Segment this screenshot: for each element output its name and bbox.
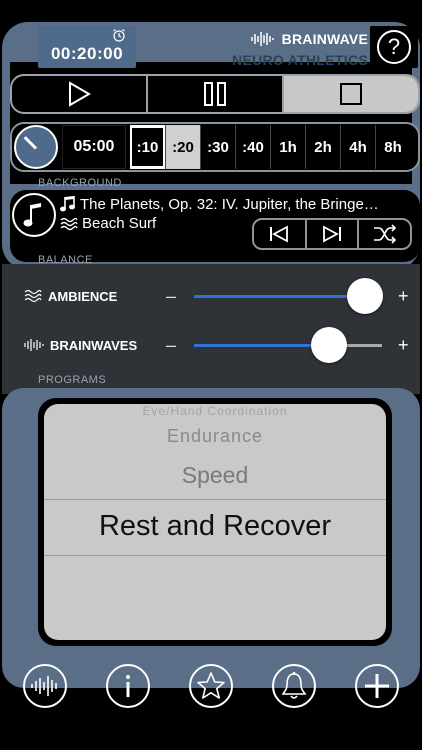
- brand-subtitle: NEURO ATHLETICS: [232, 52, 368, 68]
- session-timer[interactable]: 00:20:00: [38, 26, 136, 68]
- balance-section-label: BALANCE: [38, 254, 93, 266]
- play-button[interactable]: [12, 76, 148, 112]
- program-option[interactable]: Speed: [44, 462, 386, 489]
- next-track-button[interactable]: [307, 220, 360, 248]
- skip-forward-icon: [323, 225, 341, 243]
- brainwaves-increase-button[interactable]: +: [398, 335, 409, 356]
- brainwaves-label: BRAINWAVES: [50, 337, 138, 353]
- programs-section-label: PROGRAMS: [38, 374, 107, 386]
- bottom-toolbar: [0, 658, 422, 714]
- program-picker[interactable]: Eye/Hand Coordination Endurance Speed Re…: [44, 404, 386, 640]
- duration-option[interactable]: :10: [130, 125, 165, 169]
- duration-option[interactable]: 8h: [375, 125, 410, 169]
- bell-icon: [281, 672, 307, 699]
- stop-icon: [340, 83, 362, 105]
- previous-track-button[interactable]: [254, 220, 307, 248]
- ambience-track-row[interactable]: Beach Surf: [60, 215, 156, 232]
- add-button[interactable]: [354, 664, 399, 708]
- ambience-slider[interactable]: [194, 278, 384, 314]
- duration-option[interactable]: :20: [165, 125, 200, 169]
- duration-option[interactable]: :40: [235, 125, 270, 169]
- program-option[interactable]: Endurance: [44, 426, 386, 447]
- program-option-selected[interactable]: Rest and Recover: [44, 510, 386, 543]
- brainwaves-slider-knob[interactable]: [311, 327, 348, 363]
- music-note-icon: [23, 203, 41, 227]
- music-note-icon: [60, 196, 75, 212]
- program-option[interactable]: Eye/Hand Coordination: [44, 406, 386, 416]
- brainwave-button[interactable]: [23, 664, 68, 708]
- stop-button[interactable]: [284, 76, 418, 112]
- alarm-clock-icon: [113, 29, 125, 42]
- duration-option[interactable]: :30: [200, 125, 235, 169]
- play-icon: [69, 81, 91, 107]
- music-track-title: The Planets, Op. 32: IV. Jupiter, the Br…: [80, 195, 379, 213]
- brand-name: BRAINWAVE: [281, 31, 368, 47]
- plus-icon: [364, 674, 389, 698]
- brand-logo: BRAINWAVE NEURO ATHLETICS: [218, 30, 368, 68]
- ambience-increase-button[interactable]: +: [398, 286, 409, 307]
- pause-button[interactable]: [148, 76, 284, 112]
- shuffle-icon: [373, 224, 396, 244]
- background-playback-controls: [252, 218, 412, 250]
- music-library-button[interactable]: [12, 193, 56, 237]
- brainwave-icon: [31, 676, 58, 696]
- brainwave-icon: [24, 339, 44, 351]
- brainwaves-balance-row: BRAINWAVES – +: [24, 327, 420, 363]
- info-icon: [126, 675, 131, 697]
- ambience-balance-row: AMBIENCE – +: [24, 278, 420, 314]
- dial-needle: [23, 136, 38, 150]
- ambience-slider-fill: [194, 295, 366, 298]
- help-icon: ?: [377, 30, 411, 64]
- duration-option[interactable]: 2h: [305, 125, 340, 169]
- pause-icon: [204, 82, 226, 106]
- ambience-slider-knob[interactable]: [347, 278, 384, 314]
- brainwave-icon: [250, 32, 274, 46]
- ambience-track-title: Beach Surf: [82, 215, 157, 232]
- waves-icon: [60, 217, 78, 230]
- brainwaves-decrease-button[interactable]: –: [166, 335, 176, 356]
- picker-selection-top: [44, 499, 386, 500]
- custom-duration[interactable]: 05:00: [62, 125, 126, 169]
- info-button[interactable]: [106, 664, 151, 708]
- waves-icon: [24, 289, 42, 303]
- star-icon: [197, 672, 225, 699]
- shuffle-button[interactable]: [359, 220, 410, 248]
- brainwaves-slider[interactable]: [194, 327, 382, 363]
- alarm-button[interactable]: [271, 664, 316, 708]
- help-button[interactable]: ?: [370, 26, 418, 68]
- brainwaves-slider-fill: [194, 344, 330, 347]
- favorites-button[interactable]: [188, 664, 233, 708]
- timer-value: 00:20:00: [50, 44, 124, 63]
- duration-option[interactable]: 1h: [270, 125, 305, 169]
- ambience-label: AMBIENCE: [48, 288, 118, 304]
- background-section-label: BACKGROUND: [38, 177, 122, 189]
- duration-selector: 05:00 :10 :20 :30 :40 1h 2h 4h 8h: [10, 122, 420, 172]
- music-track-row[interactable]: The Planets, Op. 32: IV. Jupiter, the Br…: [60, 195, 379, 213]
- timer-dial-icon[interactable]: [14, 125, 58, 169]
- duration-option[interactable]: 4h: [340, 125, 375, 169]
- ambience-decrease-button[interactable]: –: [166, 286, 176, 307]
- transport-controls: [10, 74, 420, 114]
- skip-back-icon: [270, 225, 289, 243]
- picker-selection-bottom: [44, 555, 386, 556]
